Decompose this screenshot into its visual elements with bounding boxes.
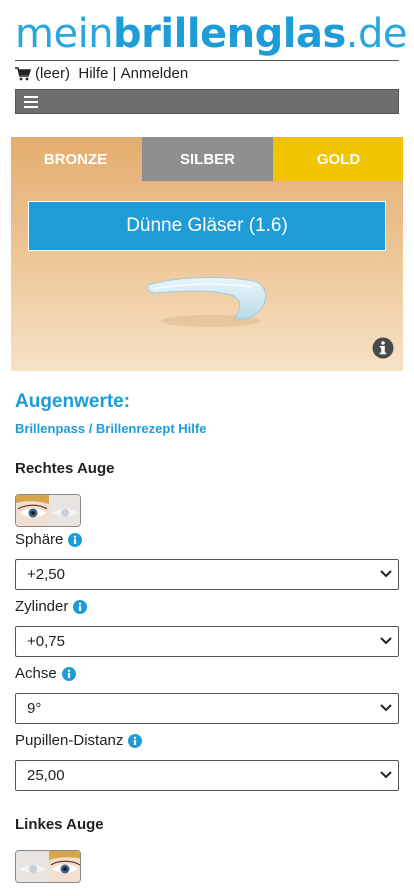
prescription-help-link[interactable]: Brillenpass / Brillenrezept Hilfe [15, 421, 206, 436]
pd-select-value: 25,00 [27, 767, 65, 784]
logo-text-tld: .de [345, 11, 408, 57]
login-link[interactable]: Anmelden [121, 65, 189, 82]
site-logo[interactable]: meinbrillenglas.de [15, 10, 408, 58]
cylinder-select[interactable]: +0,75 [15, 626, 399, 657]
section-title-augenwerte: Augenwerte: [15, 391, 131, 412]
chevron-down-icon [380, 771, 392, 779]
tab-gold[interactable]: GOLD [274, 137, 403, 181]
axis-info-icon[interactable] [61, 666, 76, 681]
chevron-down-icon [380, 704, 392, 712]
sphere-label-text: Sphäre [15, 531, 64, 548]
sphere-info-icon[interactable] [68, 532, 83, 547]
sphere-select-value: +2,50 [27, 566, 65, 583]
logo-text-mein: mein [15, 11, 114, 57]
sphere-select[interactable]: +2,50 [15, 559, 399, 590]
help-link[interactable]: Hilfe [78, 65, 108, 82]
info-icon[interactable] [372, 337, 394, 359]
cylinder-label: Zylinder [15, 598, 88, 615]
cart-status[interactable]: (leer) [35, 65, 70, 82]
axis-label-text: Achse [15, 665, 57, 682]
user-nav: (leer) Hilfe | Anmelden [15, 65, 188, 82]
chevron-down-icon [380, 637, 392, 645]
cylinder-select-value: +0,75 [27, 633, 65, 650]
axis-select[interactable]: 9° [15, 693, 399, 724]
header-divider [15, 60, 399, 61]
cylinder-label-text: Zylinder [15, 598, 69, 615]
logo-text-brillenglas: brillenglas [113, 11, 346, 57]
quality-tabs: BRONZE SILBER GOLD [11, 137, 403, 181]
axis-select-value: 9° [27, 700, 42, 717]
lens-type-button[interactable]: Dünne Gläser (1.6) [28, 201, 386, 251]
lens-illustration [146, 277, 267, 327]
cart-icon[interactable] [15, 66, 31, 81]
left-eye-image [15, 850, 81, 883]
chevron-down-icon [380, 570, 392, 578]
pd-info-icon[interactable] [128, 733, 143, 748]
hamburger-menu-icon[interactable] [24, 96, 38, 108]
axis-label: Achse [15, 665, 76, 682]
pd-label: Pupillen-Distanz [15, 732, 143, 749]
pd-label-text: Pupillen-Distanz [15, 732, 124, 749]
tab-silber[interactable]: SILBER [142, 137, 273, 181]
menu-bar[interactable] [15, 89, 399, 114]
right-eye-title: Rechtes Auge [15, 460, 115, 477]
tab-bronze[interactable]: BRONZE [11, 137, 140, 181]
cylinder-info-icon[interactable] [73, 599, 88, 614]
sphere-label: Sphäre [15, 531, 83, 548]
pd-select[interactable]: 25,00 [15, 760, 399, 791]
right-eye-image [15, 494, 81, 527]
left-eye-title: Linkes Auge [15, 816, 104, 833]
lens-selector-panel: BRONZE SILBER GOLD Dünne Gläser (1.6) [11, 137, 403, 371]
